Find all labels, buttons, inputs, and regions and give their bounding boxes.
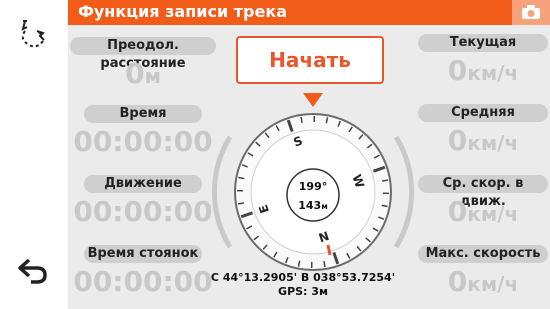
- title-bar: Функция записи трека: [68, 0, 550, 25]
- main-panel: Преодол. расстояние 0м Время 00:00:00 Дв…: [68, 25, 550, 309]
- heading-pointer: [303, 93, 323, 107]
- stat-value: 00:00:00: [73, 125, 213, 158]
- north-marker: [326, 244, 332, 256]
- stat-value: 00:00:00: [73, 195, 213, 228]
- sidebar: [0, 0, 68, 309]
- stat-label: Время: [84, 105, 202, 123]
- compass: S W N E 199° 143м: [211, 93, 415, 271]
- compass-tick: [300, 116, 303, 123]
- camera-button[interactable]: [512, 0, 550, 25]
- stat-label: Средняя: [418, 104, 548, 122]
- track-points-button[interactable]: [0, 12, 68, 58]
- stat-label: Время стоянок: [84, 245, 202, 263]
- back-arrow-icon: [18, 258, 47, 284]
- back-button[interactable]: [0, 247, 68, 293]
- compass-arc-left: [211, 135, 233, 249]
- compass-tick: [323, 261, 326, 268]
- page-title: Функция записи трека: [78, 2, 287, 21]
- heading-value: 199°: [299, 180, 327, 193]
- stat-value: 0км/ч: [447, 124, 519, 157]
- location-readout: С 44°13.2905' В 038°53.7254' GPS: 3м: [203, 271, 403, 299]
- compass-tick: [237, 202, 244, 205]
- stat-value: 0км/ч: [447, 54, 519, 87]
- stat-value: 0м: [125, 57, 161, 90]
- coordinates: С 44°13.2905' В 038°53.7254': [210, 271, 396, 284]
- compass-arc-right: [393, 135, 415, 249]
- stat-value: 0км/ч: [447, 265, 519, 298]
- compass-center: [286, 168, 340, 222]
- stat-label: Макс. скорость: [418, 245, 548, 263]
- camera-icon: [522, 5, 540, 19]
- stat-label: Текущая: [418, 34, 548, 52]
- start-button[interactable]: Начать: [236, 36, 384, 84]
- stat-value: 00:00:00: [73, 265, 213, 298]
- stat-label: Движение: [84, 175, 202, 193]
- gps-accuracy: GPS: 3м: [278, 285, 328, 298]
- compass-tick: [382, 179, 389, 182]
- stat-value: 0км/ч: [447, 195, 519, 228]
- track-points-icon: [21, 20, 45, 48]
- stat-label: Ср. скор. в движ.: [418, 175, 548, 209]
- stat-label: Преодол. расстояние: [70, 37, 216, 71]
